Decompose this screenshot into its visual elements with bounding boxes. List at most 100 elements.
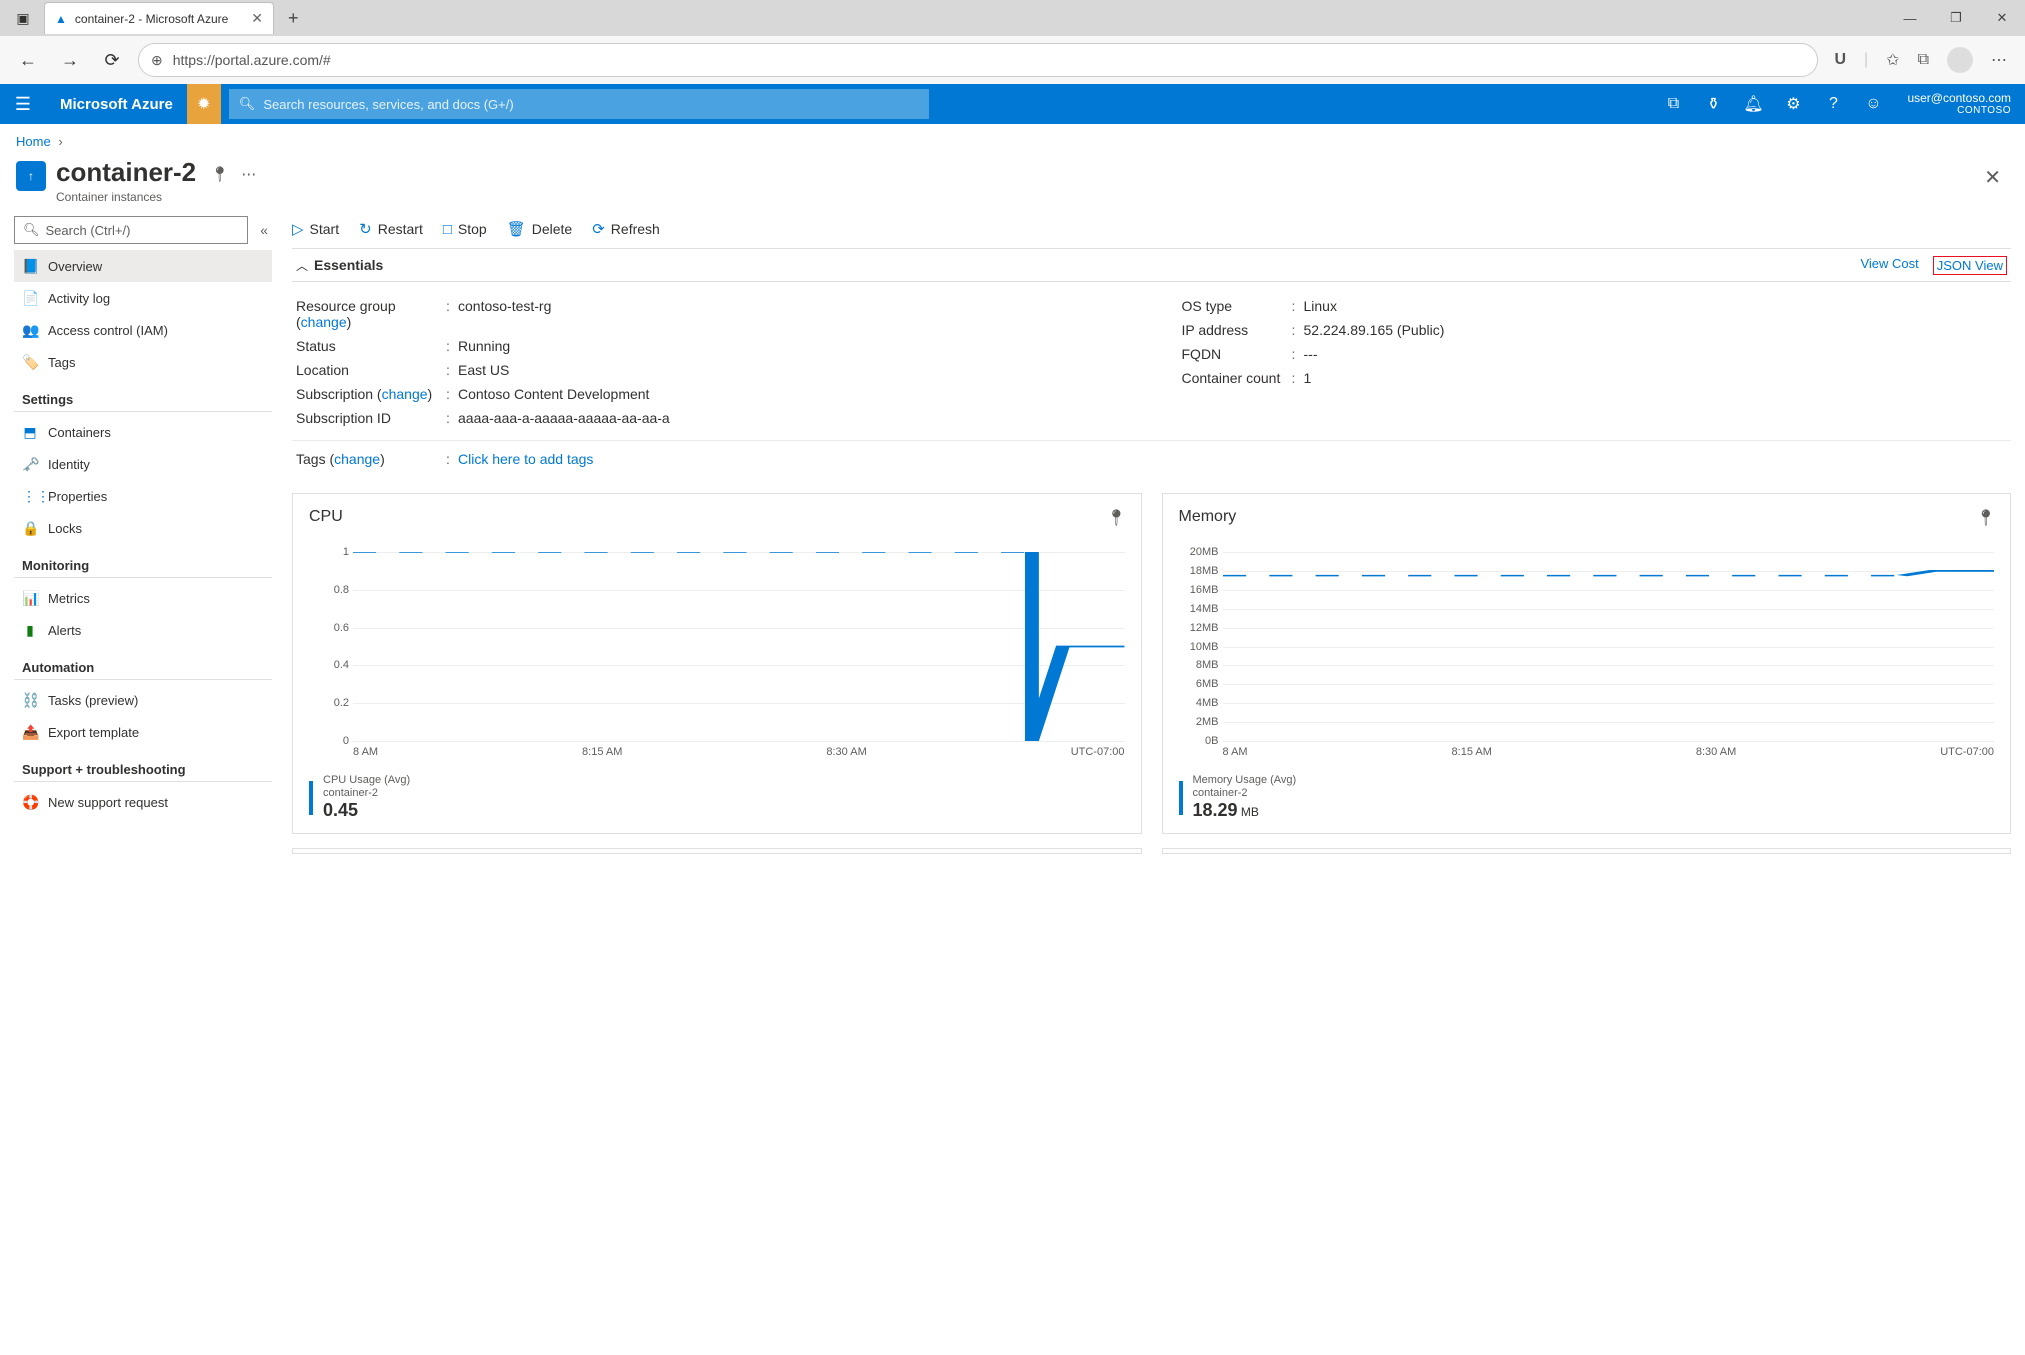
nav-refresh-button[interactable]: ⟳ [96, 44, 128, 76]
resource-group-link[interactable]: contoso-test-rg [458, 298, 551, 330]
notifications-icon[interactable]: 🔔︎ [1733, 84, 1773, 124]
sidebar-item-new-support-request[interactable]: 🛟 New support request [14, 786, 272, 818]
browser-tab-icon[interactable]: ▣ [8, 3, 38, 33]
x-tick: 8:15 AM [1452, 746, 1492, 758]
nav-item-icon: 📊 [22, 590, 38, 607]
account-directory: CONTOSO [1907, 105, 2011, 117]
crumb-home[interactable]: Home [16, 134, 51, 149]
change-rg-link[interactable]: change [301, 314, 347, 330]
nav-item-icon: 👥 [22, 322, 38, 339]
portal-menu-button[interactable]: ☰ [0, 84, 46, 124]
ip-value: 52.224.89.165 (Public) [1304, 322, 1445, 338]
chart-title: CPU [309, 508, 1125, 526]
feedback-icon[interactable]: ☺ [1853, 84, 1893, 124]
profile-avatar[interactable] [1947, 47, 1973, 73]
x-tick: 8 AM [353, 746, 378, 758]
browser-tab[interactable]: ▲ container-2 - Microsoft Azure ✕ [44, 2, 274, 34]
view-cost-link[interactable]: View Cost [1860, 256, 1918, 275]
azure-search[interactable]: 🔍︎ [229, 89, 929, 119]
sidebar-item-alerts[interactable]: ▮Alerts [14, 614, 272, 646]
sidebar-item-metrics[interactable]: 📊 Metrics [14, 582, 272, 614]
more-icon[interactable]: ⋯ [241, 165, 256, 183]
window-close-icon[interactable]: ✕ [1979, 2, 2025, 34]
add-tags-link[interactable]: Click here to add tags [458, 451, 593, 467]
address-bar[interactable]: ⊕ https://portal.azure.com/# [138, 43, 1818, 77]
chart-plot[interactable]: 10.80.60.40.20 [353, 552, 1125, 742]
sidebar-item-overview[interactable]: 📘Overview [14, 250, 272, 282]
stop-icon: □ [443, 221, 452, 238]
preview-bug-icon[interactable]: ✹ [187, 84, 221, 124]
cloud-shell-icon[interactable]: ⧉ [1653, 84, 1693, 124]
nav-item-icon: 📄 [22, 290, 38, 307]
nav-item-label: Activity log [48, 291, 110, 306]
nav-forward-button[interactable]: → [54, 44, 86, 76]
sidebar-item-locks[interactable]: 🔒 Locks [14, 512, 272, 544]
close-blade-button[interactable]: ✕ [1976, 157, 2009, 198]
stat-value: 0.45 [323, 800, 410, 821]
sidebar-item-tags[interactable]: 🏷️ Tags [14, 346, 272, 378]
collections-icon[interactable]: ⧉ [1918, 51, 1929, 69]
essentials-header[interactable]: Essentials [314, 257, 383, 273]
change-sub-link[interactable]: change [382, 386, 428, 402]
refresh-icon: ⟳ [592, 220, 605, 238]
nav-item-label: Export template [48, 725, 139, 740]
subscription-link[interactable]: Contoso Content Development [458, 386, 649, 402]
window-minimize-icon[interactable]: ― [1887, 2, 1933, 34]
collapse-nav-icon[interactable]: « [256, 218, 272, 242]
play-icon: ▷ [292, 220, 304, 238]
pin-chart-icon[interactable]: 📍︎ [1976, 508, 1996, 528]
json-view-link[interactable]: JSON View [1933, 256, 2007, 275]
stop-button[interactable]: □Stop [443, 221, 487, 238]
change-tags-link[interactable]: change [334, 451, 380, 467]
site-info-icon[interactable]: ⊕ [151, 52, 163, 69]
nav-group-header: Monitoring [14, 544, 272, 578]
nav-item-icon: 🛟 [22, 794, 38, 811]
sidebar-item-tasks-preview-[interactable]: ⛓️Tasks (preview) [14, 684, 272, 716]
x-tick: 8:30 AM [826, 746, 866, 758]
browser-menu-icon[interactable]: ⋯ [1991, 50, 2007, 70]
pin-chart-icon[interactable]: 📍︎ [1106, 508, 1126, 528]
nav-item-label: New support request [48, 795, 168, 810]
chevron-up-icon[interactable]: ︿ [296, 257, 308, 274]
chart-plot[interactable]: 20MB18MB16MB14MB12MB10MB8MB6MB4MB2MB0B [1223, 552, 1995, 742]
settings-gear-icon[interactable]: ⚙ [1773, 84, 1813, 124]
azure-search-input[interactable] [263, 97, 918, 112]
restart-icon: ↻ [359, 220, 372, 238]
chart-title: Memory [1179, 508, 1995, 526]
start-button[interactable]: ▷Start [292, 220, 339, 238]
close-tab-icon[interactable]: ✕ [251, 10, 263, 27]
extension-icon[interactable]: U [1834, 51, 1846, 69]
stat-color-bar [309, 781, 313, 815]
nav-item-label: Tags [48, 355, 75, 370]
sidebar-item-identity[interactable]: 🗝️Identity [14, 448, 272, 480]
restart-button[interactable]: ↻Restart [359, 220, 423, 238]
nav-item-icon: 🏷️ [22, 354, 38, 371]
nav-back-button[interactable]: ← [12, 44, 44, 76]
help-icon[interactable]: ? [1813, 84, 1853, 124]
sub-id-value: aaaa-aaa-a-aaaaa-aaaaa-aa-aa-a [458, 410, 670, 426]
sidebar-item-export-template[interactable]: 📤Export template [14, 716, 272, 748]
stat-label: Memory Usage (Avg)container-2 [1193, 774, 1297, 800]
nav-item-label: Metrics [48, 591, 90, 606]
side-search[interactable]: 🔍︎ Search (Ctrl+/) [14, 216, 248, 244]
delete-button[interactable]: 🗑︎Delete [507, 220, 573, 238]
favorites-icon[interactable]: ✩ [1886, 50, 1899, 70]
account-menu[interactable]: user@contoso.com CONTOSO [1893, 91, 2025, 117]
stat-color-bar [1179, 781, 1183, 815]
location-value: East US [458, 362, 509, 378]
directories-icon[interactable]: ⚱ [1693, 84, 1733, 124]
window-maximize-icon[interactable]: ❐ [1933, 2, 1979, 34]
nav-item-label: Locks [48, 521, 82, 536]
sidebar-item-containers[interactable]: ⬒Containers [14, 416, 272, 448]
nav-item-icon: 🔒 [22, 520, 38, 537]
new-tab-button[interactable]: + [280, 8, 307, 29]
chart-card-placeholder [292, 848, 1142, 854]
refresh-button[interactable]: ⟳Refresh [592, 220, 660, 238]
nav-item-icon: ⋮⋮ [22, 488, 38, 505]
sidebar-item-activity-log[interactable]: 📄 Activity log [14, 282, 272, 314]
azure-favicon: ▲ [55, 12, 67, 26]
sidebar-item-properties[interactable]: ⋮⋮Properties [14, 480, 272, 512]
sidebar-item-access-control-iam-[interactable]: 👥Access control (IAM) [14, 314, 272, 346]
pin-icon[interactable]: 📍︎ [210, 165, 229, 183]
azure-brand[interactable]: Microsoft Azure [46, 96, 187, 113]
